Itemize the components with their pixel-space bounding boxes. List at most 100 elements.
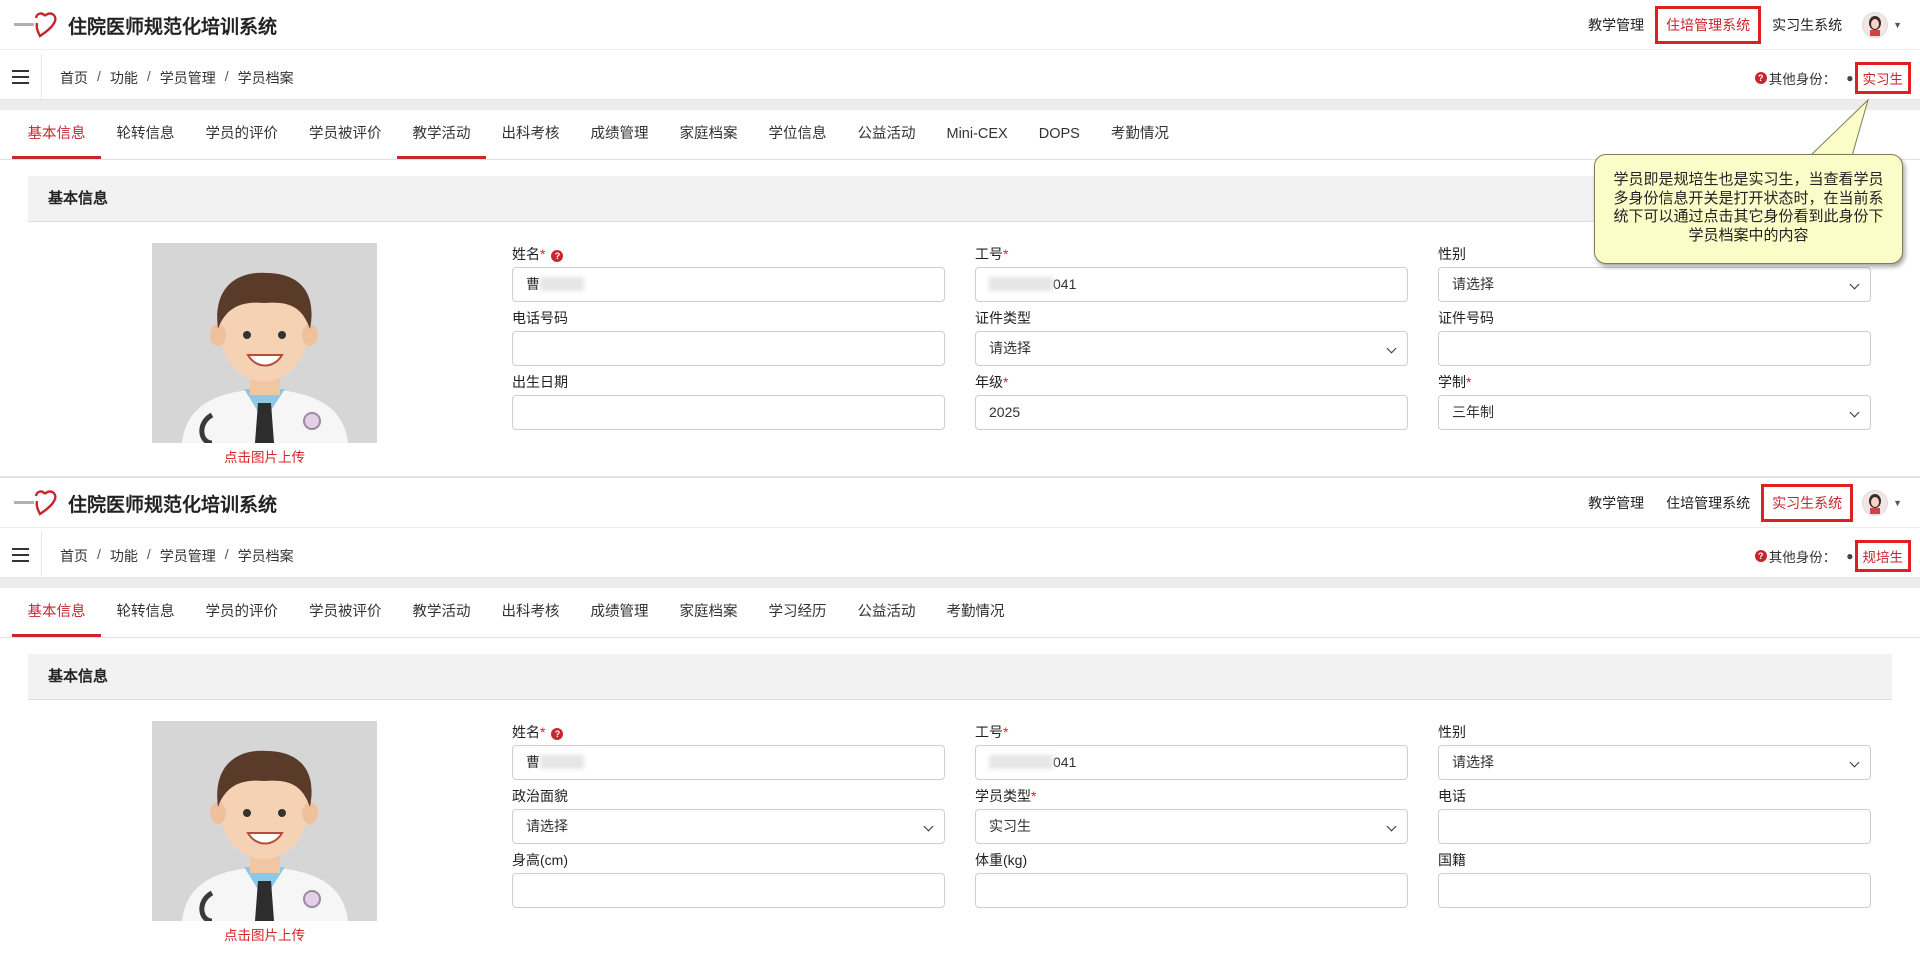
top-header: 住院医师规范化培训系统 教学管理 住培管理系统 实习生系统 ▼ [0, 478, 1920, 528]
user-avatar-icon [1869, 16, 1882, 36]
tab-attendance[interactable]: 考勤情况 [1095, 110, 1184, 159]
tab-degree-info[interactable]: 学位信息 [753, 110, 842, 159]
tab-teaching-activity[interactable]: 教学活动 [397, 588, 486, 637]
question-circle-icon: ? [1754, 72, 1767, 84]
breadcrumb-bar: 首页 / 功能 / 学员管理 / 学员档案 ? 其他身份： ● 规培生 [0, 532, 1920, 578]
nav-intern-system[interactable]: 实习生系统 [1761, 484, 1854, 522]
tab-public-service[interactable]: 公益活动 [842, 588, 931, 637]
user-icon: ● [1846, 549, 1854, 563]
field-staff-id: 工号* 041 [975, 244, 1408, 302]
field-staff-id: 工号* 041 [975, 722, 1408, 780]
breadcrumb-student-management[interactable]: 学员管理 [160, 546, 216, 566]
phone-input[interactable] [1438, 809, 1871, 844]
field-id-number: 证件号码 [1438, 308, 1871, 366]
breadcrumb-home[interactable]: 首页 [60, 546, 88, 566]
other-identity-label: 其他身份： [1768, 72, 1837, 87]
section-title: 基本信息 [28, 654, 1892, 700]
tab-dops[interactable]: DOPS [1023, 110, 1095, 159]
tab-exit-exam[interactable]: 出科考核 [486, 588, 575, 637]
tab-family-file[interactable]: 家庭档案 [664, 588, 753, 637]
identity-switch-link[interactable]: 规培生 [1854, 540, 1911, 572]
breadcrumb-function[interactable]: 功能 [110, 546, 138, 566]
field-label: 国籍 [1438, 852, 1466, 868]
tab-student-evaluations[interactable]: 学员的评价 [190, 110, 294, 159]
tab-grades[interactable]: 成绩管理 [575, 110, 664, 159]
user-avatar[interactable] [1862, 490, 1889, 516]
nationality-input[interactable] [1438, 873, 1871, 908]
question-circle-icon[interactable]: ? [551, 728, 564, 740]
tab-student-evaluated[interactable]: 学员被评价 [294, 110, 398, 159]
menu-icon [12, 554, 29, 556]
id-type-select[interactable]: 请选择 [975, 331, 1408, 366]
breadcrumb-student-management[interactable]: 学员管理 [160, 68, 216, 88]
upload-photo-link[interactable]: 点击图片上传 [152, 446, 377, 466]
tab-grades[interactable]: 成绩管理 [575, 588, 664, 637]
other-identity: ? 其他身份： ● 规培生 [1754, 540, 1911, 572]
tab-public-service[interactable]: 公益活动 [842, 110, 931, 159]
gender-select[interactable]: 请选择 [1438, 267, 1871, 302]
field-label: 身高(cm) [512, 852, 568, 868]
staff-id-input[interactable]: 041 [975, 745, 1408, 780]
user-avatar-icon [1869, 494, 1882, 514]
tab-rotation-info[interactable]: 轮转信息 [101, 110, 190, 159]
callout-pointer [1808, 98, 1869, 157]
heart-logo-icon [14, 490, 57, 516]
tab-exit-exam[interactable]: 出科考核 [486, 110, 575, 159]
nav-residency-system[interactable]: 住培管理系统 [1655, 6, 1762, 44]
identity-switch-link[interactable]: 实习生 [1854, 62, 1911, 94]
caret-down-icon[interactable]: ▼ [1893, 20, 1902, 30]
menu-toggle-button[interactable] [0, 532, 42, 578]
program-length-select[interactable]: 三年制 [1438, 395, 1871, 430]
tab-student-evaluated[interactable]: 学员被评价 [294, 588, 398, 637]
nav-intern-system[interactable]: 实习生系统 [1764, 9, 1850, 41]
name-input[interactable]: 曹 [512, 267, 945, 302]
app-title: 住院医师规范化培训系统 [68, 17, 278, 38]
tab-basic-info[interactable]: 基本信息 [12, 110, 101, 159]
field-id-type: 证件类型 请选择 [975, 308, 1408, 366]
field-name: 姓名*? 曹 [512, 722, 945, 780]
user-avatar[interactable] [1862, 12, 1889, 38]
field-label: 学员类型* [975, 788, 1037, 804]
tab-teaching-activity[interactable]: 教学活动 [397, 110, 486, 159]
weight-input[interactable] [975, 873, 1408, 908]
tab-attendance[interactable]: 考勤情况 [931, 588, 1020, 637]
field-label: 姓名*? [512, 244, 945, 264]
doctor-avatar-image[interactable] [152, 721, 377, 921]
gender-select[interactable]: 请选择 [1438, 745, 1871, 780]
nav-teaching-management[interactable]: 教学管理 [1580, 487, 1652, 519]
top-nav: 教学管理 住培管理系统 实习生系统 ▼ [1574, 0, 1902, 50]
student-type-select[interactable]: 实习生 [975, 809, 1408, 844]
field-label: 工号* [975, 246, 1009, 262]
nav-residency-system[interactable]: 住培管理系统 [1658, 487, 1758, 519]
tab-student-evaluations[interactable]: 学员的评价 [190, 588, 294, 637]
name-input[interactable]: 曹 [512, 745, 945, 780]
tab-bar: 基本信息 轮转信息 学员的评价 学员被评价 教学活动 出科考核 成绩管理 家庭档… [0, 110, 1920, 160]
app-title: 住院医师规范化培训系统 [68, 495, 278, 516]
field-height: 身高(cm) [512, 850, 945, 908]
grade-input[interactable]: 2025 [975, 395, 1408, 430]
nav-teaching-management[interactable]: 教学管理 [1580, 9, 1652, 41]
doctor-avatar-image[interactable] [152, 243, 377, 443]
field-label: 政治面貌 [512, 788, 568, 804]
tab-study-experience[interactable]: 学习经历 [753, 588, 842, 637]
tab-mini-cex[interactable]: Mini-CEX [931, 110, 1023, 159]
question-circle-icon[interactable]: ? [551, 250, 564, 262]
political-status-select[interactable]: 请选择 [512, 809, 945, 844]
height-input[interactable] [512, 873, 945, 908]
tab-basic-info[interactable]: 基本信息 [12, 588, 101, 637]
field-label: 出生日期 [512, 374, 568, 390]
field-label: 学制* [1438, 374, 1472, 390]
tab-rotation-info[interactable]: 轮转信息 [101, 588, 190, 637]
breadcrumb-function[interactable]: 功能 [110, 68, 138, 88]
staff-id-input[interactable]: 041 [975, 267, 1408, 302]
id-number-input[interactable] [1438, 331, 1871, 366]
field-label: 证件类型 [975, 310, 1031, 326]
field-label: 姓名*? [512, 722, 945, 742]
tab-family-file[interactable]: 家庭档案 [664, 110, 753, 159]
caret-down-icon[interactable]: ▼ [1893, 498, 1902, 508]
phone-input[interactable] [512, 331, 945, 366]
birth-date-input[interactable] [512, 395, 945, 430]
upload-photo-link[interactable]: 点击图片上传 [152, 924, 377, 944]
menu-toggle-button[interactable] [0, 54, 42, 100]
breadcrumb-home[interactable]: 首页 [60, 68, 88, 88]
